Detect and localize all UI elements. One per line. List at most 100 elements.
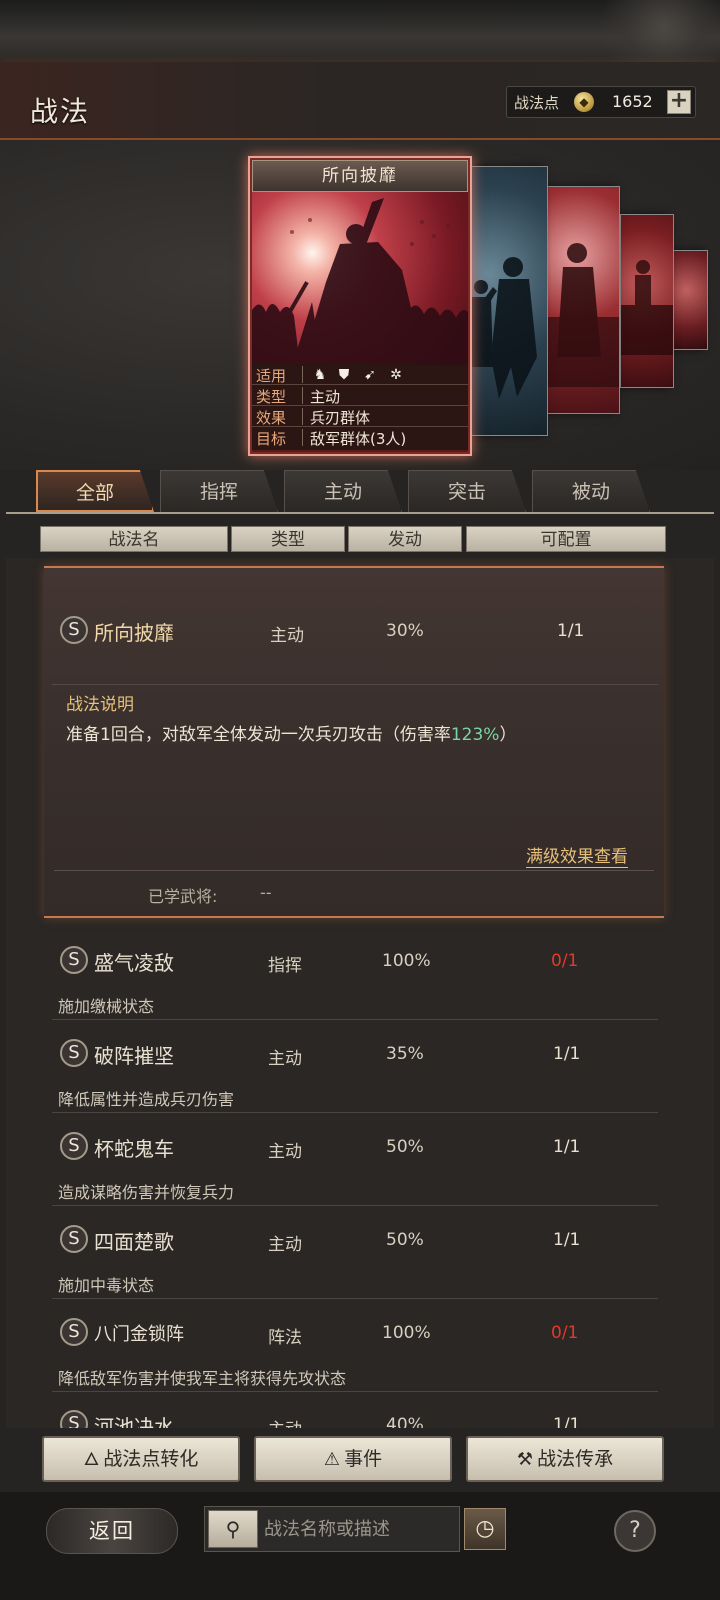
- stacked-card-1[interactable]: [462, 166, 548, 436]
- card-info-divider: [302, 429, 303, 446]
- cavalry-icon: ♞: [313, 367, 327, 383]
- shield-icon: ⛊: [338, 367, 350, 383]
- inherit-tactic-button[interactable]: ⚒ 战法传承: [466, 1436, 664, 1482]
- tactic-summary: 造成谋略伤害并恢复兵力: [58, 1183, 235, 1202]
- search-input[interactable]: [264, 1512, 454, 1546]
- card-artwork: [252, 192, 468, 366]
- s-rank-badge: S: [60, 1132, 88, 1160]
- column-header-type[interactable]: 类型: [231, 526, 345, 552]
- tactic-rate: 100%: [382, 1323, 431, 1343]
- tactic-summary: 施加中毒状态: [58, 1276, 155, 1295]
- tactic-summary: 施加缴械状态: [58, 997, 155, 1016]
- list-clip: S 河池决水 主动 40% 1/1: [0, 1400, 720, 1428]
- tactic-description-title: 战法说明: [66, 695, 134, 715]
- card-info-value: 主动: [310, 388, 341, 406]
- s-rank-badge: S: [60, 1318, 88, 1346]
- column-header-name[interactable]: 战法名: [40, 526, 228, 552]
- selected-tactic-type: 主动: [270, 626, 304, 646]
- stacked-card-4[interactable]: [672, 250, 708, 350]
- bow-icon: ➹: [364, 367, 376, 383]
- selected-tactic-rate: 30%: [386, 621, 424, 641]
- selected-tactic-config: 1/1: [557, 621, 585, 641]
- card-info-row-target: 目标 敌军群体(3人): [252, 427, 468, 448]
- tab-assault[interactable]: 突击: [408, 470, 526, 512]
- tactic-name[interactable]: 八门金锁阵: [94, 1320, 184, 1346]
- tactic-type: 主动: [268, 1235, 302, 1255]
- tactic-points-label: 战法点: [514, 94, 560, 112]
- tactic-type: 主动: [268, 1415, 302, 1428]
- tab-active[interactable]: 主动: [284, 470, 402, 512]
- stacked-card-3[interactable]: [620, 214, 674, 388]
- tab-all[interactable]: 全部: [36, 470, 154, 512]
- tactic-config: 1/1: [553, 1415, 581, 1428]
- full-level-effect-link[interactable]: 满级效果查看: [526, 842, 628, 868]
- events-label: 事件: [344, 1448, 383, 1470]
- row-divider: [52, 1298, 658, 1299]
- row-divider: [52, 1112, 658, 1113]
- tactic-description-end: ）: [499, 725, 517, 745]
- card-info-row-type: 类型 主动: [252, 385, 468, 406]
- tactic-name[interactable]: 杯蛇鬼车: [94, 1133, 174, 1162]
- tactic-rate: 100%: [382, 951, 431, 971]
- card-title: 所向披靡: [252, 160, 468, 192]
- column-header-rate[interactable]: 发动: [348, 526, 462, 552]
- convert-points-label: 战法点转化: [103, 1448, 199, 1470]
- damage-rate-value: 123%: [450, 725, 500, 745]
- tactic-name[interactable]: 四面楚歌: [94, 1226, 174, 1255]
- tactic-config: 1/1: [553, 1137, 581, 1157]
- tab-divider: [6, 512, 714, 514]
- s-rank-badge: S: [60, 946, 88, 974]
- tactic-config: 0/1: [551, 951, 579, 971]
- tactic-rate: 50%: [386, 1137, 424, 1157]
- card-info-key: 效果: [256, 409, 287, 427]
- card-info-value: 敌军群体(3人): [310, 430, 407, 448]
- selected-tactic-name: 所向披靡: [94, 621, 174, 645]
- tactic-config: 1/1: [553, 1230, 581, 1250]
- tactic-name[interactable]: 盛气凌敌: [94, 947, 174, 976]
- card-info-row-applicable: 适用 ♞ ⛊ ➹ ✲: [252, 364, 468, 385]
- inherit-tactic-label: 战法传承: [537, 1448, 614, 1470]
- convert-points-button[interactable]: 🜂 战法点转化: [42, 1436, 240, 1482]
- tactic-description-text: 准备1回合，对敌军全体发动一次兵刃攻击（伤害率: [66, 725, 451, 745]
- learned-generals-label: 已学武将:: [148, 887, 218, 906]
- tactic-point-coin-icon: ◆: [574, 92, 594, 112]
- search-icon[interactable]: ⚲: [208, 1510, 258, 1548]
- card-info-key: 类型: [256, 388, 287, 406]
- clock-icon[interactable]: ◷: [464, 1508, 506, 1550]
- learned-divider: [54, 870, 654, 871]
- tactic-type: 主动: [268, 1142, 302, 1162]
- column-header-config[interactable]: 可配置: [466, 526, 666, 552]
- help-icon[interactable]: ?: [614, 1510, 656, 1552]
- card-info-key: 适用: [256, 367, 287, 385]
- tactic-rate: 35%: [386, 1044, 424, 1064]
- events-button[interactable]: ⚠ 事件: [254, 1436, 452, 1482]
- tactic-name[interactable]: 破阵摧坚: [94, 1040, 174, 1069]
- add-points-button[interactable]: +: [667, 90, 691, 114]
- tactic-summary: 降低属性并造成兵刃伤害: [58, 1090, 235, 1109]
- card-info-key: 目标: [256, 430, 287, 448]
- tactic-config: 0/1: [551, 1323, 579, 1343]
- alert-scroll-icon: ⚠: [323, 1449, 341, 1470]
- card-info-value: 兵刃群体: [310, 409, 371, 427]
- card-info-divider: [302, 366, 303, 383]
- tactic-type: 主动: [268, 1049, 302, 1069]
- selected-row-divider: [52, 684, 658, 685]
- tactic-config: 1/1: [553, 1044, 581, 1064]
- tab-command[interactable]: 指挥: [160, 470, 278, 512]
- tactic-type: 指挥: [268, 956, 302, 976]
- s-rank-badge: S: [60, 1039, 88, 1067]
- tactic-rate: 40%: [386, 1415, 424, 1428]
- s-rank-badge: S: [60, 1225, 88, 1253]
- tab-passive[interactable]: 被动: [532, 470, 650, 512]
- tactic-summary: 降低敌军伤害并使我军主将获得先攻状态: [58, 1369, 347, 1388]
- flame-icon: 🜂: [83, 1449, 100, 1470]
- card-info-panel: 适用 ♞ ⛊ ➹ ✲ 类型 主动 效果 兵刃群体 目标 敌军群体(3人): [252, 364, 468, 450]
- row-divider: [52, 1019, 658, 1020]
- back-button[interactable]: 返回: [46, 1508, 178, 1554]
- s-rank-badge: S: [60, 1410, 88, 1428]
- tactic-name[interactable]: 河池决水: [94, 1411, 174, 1428]
- stacked-card-2[interactable]: [546, 186, 620, 414]
- tactic-rate: 50%: [386, 1230, 424, 1250]
- top-decoration: [0, 0, 720, 62]
- learned-generals-value: --: [260, 883, 272, 902]
